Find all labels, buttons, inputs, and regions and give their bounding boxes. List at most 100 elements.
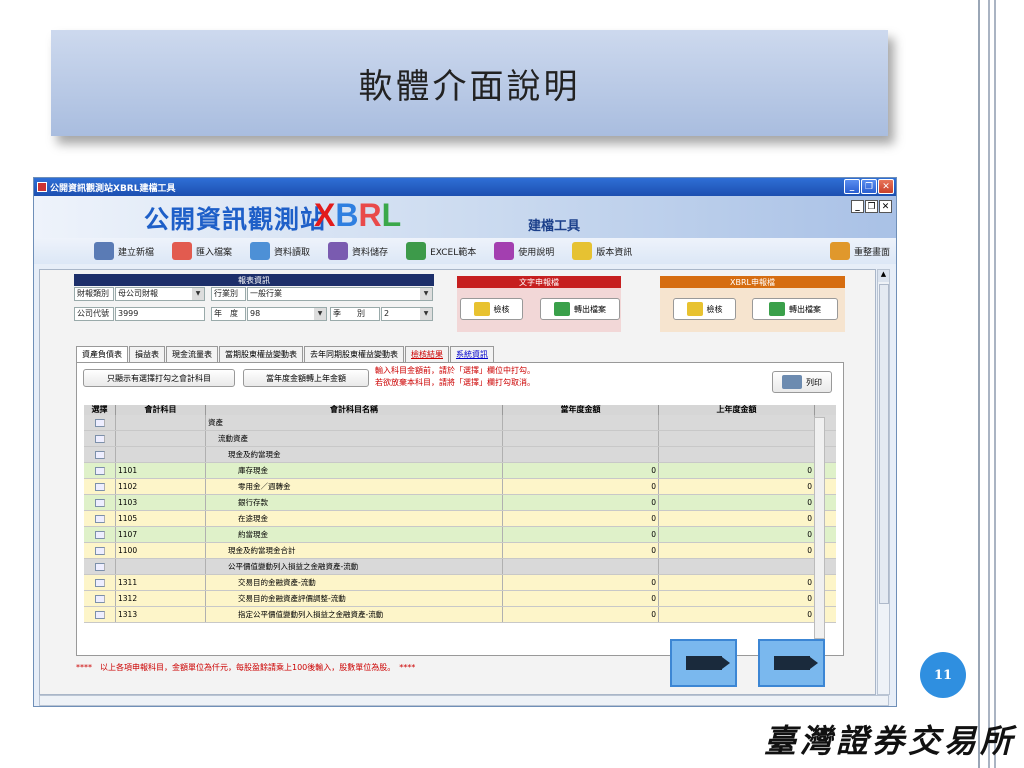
scroll-thumb[interactable] [879,284,889,604]
tab-4[interactable]: 去年同期股東權益變動表 [304,346,404,362]
cell-previous-amount[interactable] [659,415,815,430]
xbrl-check-button[interactable]: 檢核 [673,298,736,320]
inner-restore-icon[interactable]: ❐ [865,200,878,213]
cell-previous-amount[interactable]: 0 [659,495,815,510]
chevron-down-icon[interactable]: ▼ [192,288,204,300]
inner-close-icon[interactable]: ✕ [879,200,892,213]
cell-previous-amount[interactable]: 0 [659,607,815,622]
table-row[interactable]: 現金及約當現金 [84,447,836,463]
select-checkbox[interactable] [94,578,105,587]
cell-previous-amount[interactable] [659,431,815,446]
toolbar-save-gear-button[interactable]: 資料儲存 [328,242,388,260]
tab-2[interactable]: 現金流量表 [166,346,218,362]
table-row[interactable]: 1102 零用金／週轉金 0 0 [84,479,836,495]
select-checkbox[interactable] [94,450,105,459]
cell-previous-amount[interactable]: 0 [659,575,815,590]
print-button[interactable]: 列印 [772,371,832,393]
table-row[interactable]: 1101 庫存現金 0 0 [84,463,836,479]
restore-icon[interactable]: ❐ [861,179,877,194]
cell-current-amount[interactable]: 0 [503,495,659,510]
cell-previous-amount[interactable]: 0 [659,591,815,606]
cell-previous-amount[interactable]: 0 [659,511,815,526]
toolbar-new-file-button[interactable]: 建立新檔 [94,242,154,260]
toolbar-help-button[interactable]: 使用說明 [494,242,554,260]
window-horizontal-scrollbar[interactable] [39,695,889,706]
select-checkbox[interactable] [94,466,105,475]
video-camera-button[interactable] [670,639,737,687]
cell-select [84,511,116,526]
cell-previous-amount[interactable] [659,447,815,462]
cell-select [84,415,116,430]
toolbar-folder-button[interactable]: 匯入檔案 [172,242,232,260]
select-checkbox[interactable] [94,418,105,427]
toolbar-label: EXCEL範本 [430,247,477,258]
tab-0[interactable]: 資產負債表 [76,346,128,362]
cell-previous-amount[interactable]: 0 [659,543,815,558]
table-row[interactable]: 資產 [84,415,836,431]
cell-current-amount[interactable]: 0 [503,543,659,558]
select-checkbox[interactable] [94,498,105,507]
scroll-up-icon[interactable]: ▲ [878,270,889,282]
select-checkbox[interactable] [94,530,105,539]
cell-current-amount[interactable]: 0 [503,463,659,478]
select-checkbox[interactable] [94,546,105,555]
table-row[interactable]: 流動資產 [84,431,836,447]
chevron-down-icon[interactable]: ▼ [420,288,432,300]
tab-6[interactable]: 系統資訊 [450,346,494,362]
text-check-button[interactable]: 檢核 [460,298,523,320]
xbrl-export-button[interactable]: 轉出檔案 [752,298,838,320]
transfer-amount-button[interactable]: 當年度金額轉上年金額 [243,369,369,387]
table-row[interactable]: 1311 交易目的金融資產-流動 0 0 [84,575,836,591]
table-row[interactable]: 1107 約當現金 0 0 [84,527,836,543]
select-checkbox[interactable] [94,482,105,491]
table-scrollbar[interactable] [814,417,825,639]
select-checkbox[interactable] [94,610,105,619]
cell-current-amount[interactable] [503,559,659,574]
cell-previous-amount[interactable]: 0 [659,463,815,478]
cell-current-amount[interactable] [503,415,659,430]
cell-current-amount[interactable]: 0 [503,591,659,606]
minimize-icon[interactable]: _ [844,179,860,194]
footer-organization: 臺灣證券交易所 [764,722,1017,760]
cell-current-amount[interactable] [503,447,659,462]
industry-select[interactable]: 一般行業 [247,287,433,301]
cell-previous-amount[interactable]: 0 [659,479,815,494]
cell-current-amount[interactable] [503,431,659,446]
toolbar-search-button[interactable]: 資料讀取 [250,242,310,260]
cell-current-amount[interactable]: 0 [503,511,659,526]
toolbar-refresh-button[interactable]: 重整畫面 [829,242,890,260]
video-camera-button[interactable] [758,639,825,687]
window-vertical-scrollbar[interactable]: ▲ [877,269,890,695]
cell-current-amount[interactable]: 0 [503,575,659,590]
chevron-down-icon[interactable]: ▼ [420,308,432,320]
select-checkbox[interactable] [94,514,105,523]
select-checkbox[interactable] [94,562,105,571]
save-gear-icon [328,242,349,260]
cell-account-code: 1313 [116,607,206,622]
cell-current-amount[interactable]: 0 [503,527,659,542]
select-checkbox[interactable] [94,434,105,443]
tab-3[interactable]: 當期股東權益變動表 [219,346,303,362]
tab-1[interactable]: 損益表 [129,346,165,362]
inner-minimize-icon[interactable]: _ [851,200,864,213]
toolbar-info-button[interactable]: 版本資訊 [572,242,632,260]
table-row[interactable]: 1100 現金及約當現金合計 0 0 [84,543,836,559]
table-row[interactable]: 1312 交易目的金融資產評價調整-流動 0 0 [84,591,836,607]
table-row[interactable]: 1103 銀行存款 0 0 [84,495,836,511]
cell-current-amount[interactable]: 0 [503,479,659,494]
cell-account-name: 公平價值變動列入損益之金融資產-流動 [206,559,503,574]
tab-5[interactable]: 檢核結果 [405,346,449,362]
table-row[interactable]: 1105 在途現金 0 0 [84,511,836,527]
company-code-input[interactable]: 3999 [115,307,205,321]
toolbar-excel-button[interactable]: EXCEL範本 [406,242,476,260]
show-selected-button[interactable]: 只顯示有選擇打勾之會計科目 [83,369,235,387]
table-row[interactable]: 公平價值變動列入損益之金融資產-流動 [84,559,836,575]
close-icon[interactable]: ✕ [878,179,894,194]
select-checkbox[interactable] [94,594,105,603]
chevron-down-icon[interactable]: ▼ [314,308,326,320]
cell-previous-amount[interactable] [659,559,815,574]
text-export-button[interactable]: 轉出檔案 [540,298,620,320]
cell-current-amount[interactable]: 0 [503,607,659,622]
table-row[interactable]: 1313 指定公平價值變動列入損益之金融資產-流動 0 0 [84,607,836,623]
cell-previous-amount[interactable]: 0 [659,527,815,542]
